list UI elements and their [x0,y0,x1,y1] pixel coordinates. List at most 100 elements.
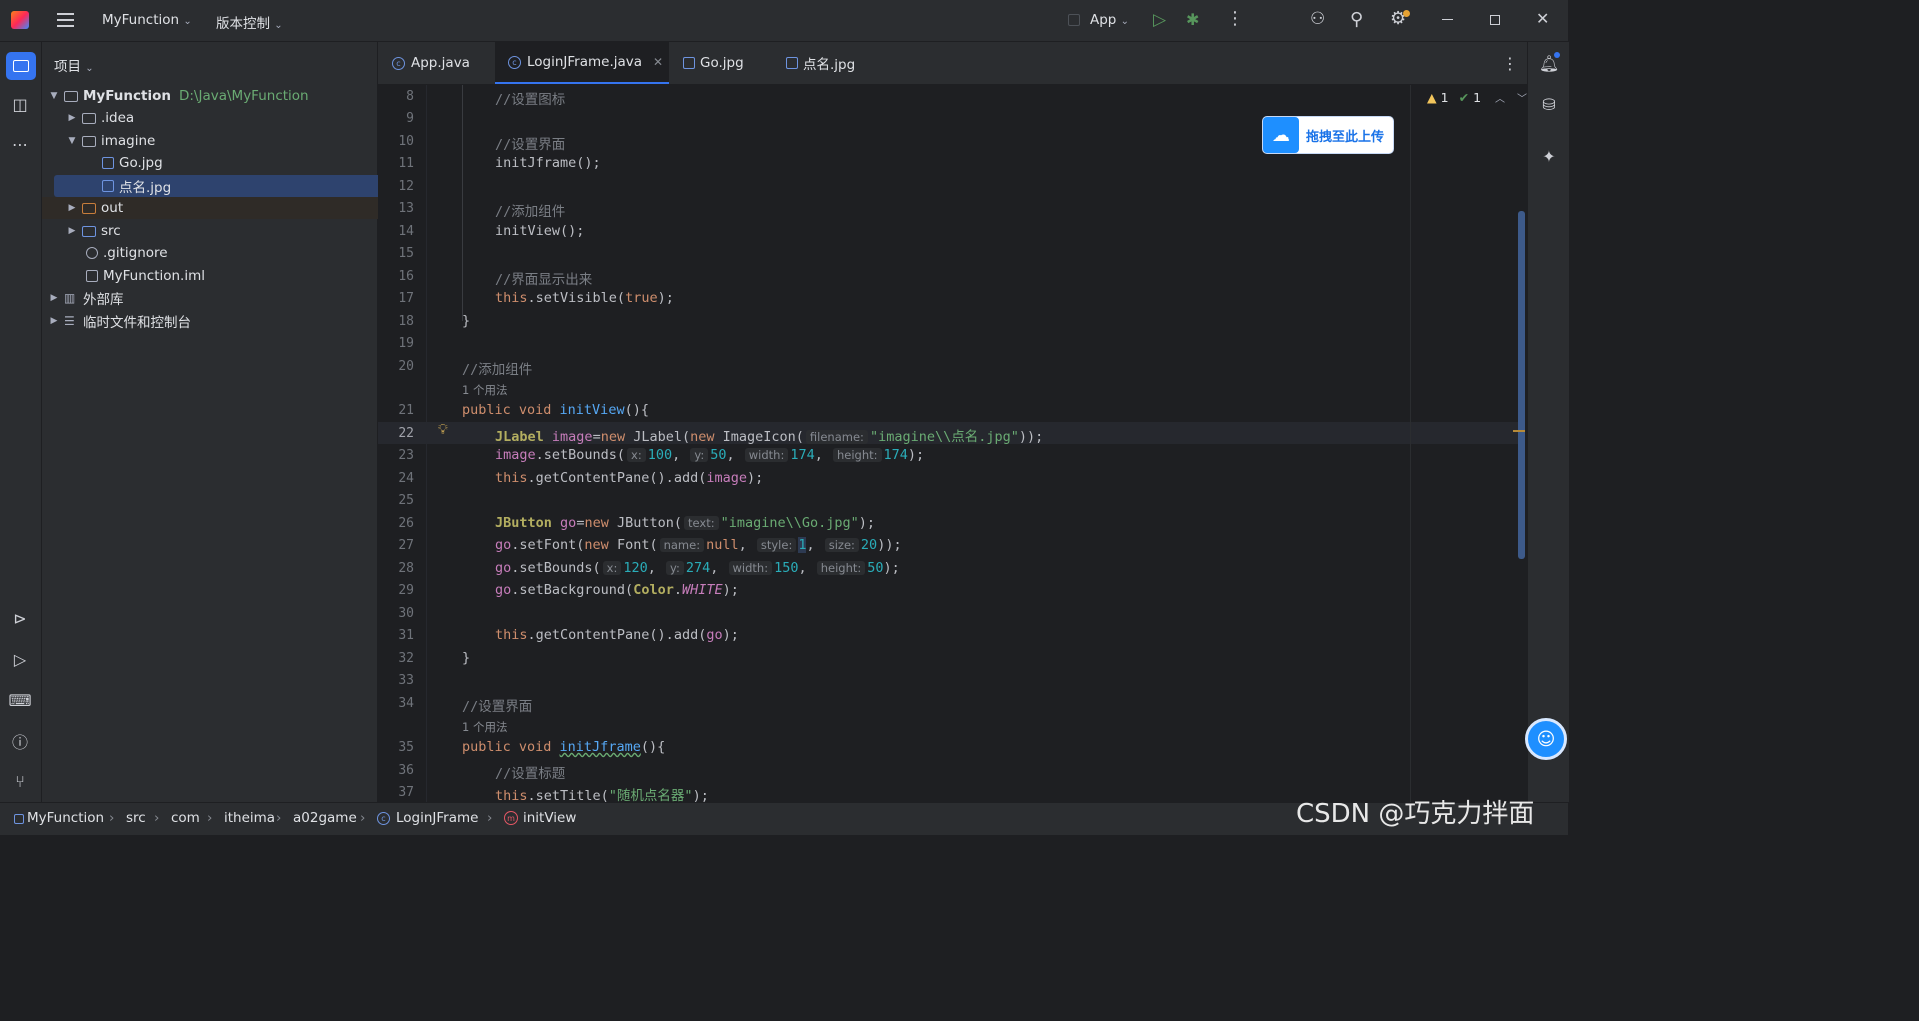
tree-item-iml[interactable]: MyFunction.iml [42,265,418,287]
terminal-icon[interactable]: ⌨ [8,689,31,711]
code-editor[interactable]: 8 9 10 11 12 13 14 15 16 17 18 19 20 21 … [378,85,1567,804]
breadcrumb-item[interactable]: a02game [293,810,357,826]
project-folder-icon[interactable] [6,52,36,80]
structure-icon[interactable]: ◫ [9,93,31,115]
code-line: //添加组件 [495,204,566,220]
breadcrumb-separator-icon: › [154,810,160,826]
line-number: 10 [398,134,414,149]
notification-dot-icon [1554,52,1560,58]
line-number: 34 [398,696,414,711]
project-panel-title[interactable]: 项目 ⌄ [54,55,94,75]
upload-dropzone-badge[interactable]: ☁ 拖拽至此上传 [1262,116,1394,154]
problems-icon[interactable]: ⓘ [9,730,31,752]
collapsed-arrow-icon[interactable]: ▶ [65,113,79,123]
close-icon[interactable]: ✕ [1536,9,1549,28]
more-actions-icon[interactable]: ⋮ [1226,8,1244,29]
ai-assistant-icon[interactable]: ✦ [1538,145,1560,167]
expanded-arrow-icon[interactable]: ▼ [47,91,61,101]
add-user-icon[interactable]: ⚇ [1310,9,1325,29]
scratches-icon: ☰ [64,314,75,328]
inspection-widget[interactable]: ▲ 1 ✔ 1 ︿ ﹀ [1427,90,1527,105]
string-literal: "imagine\\Go.jpg" [720,515,859,531]
tree-item-go-jpg[interactable]: Go.jpg [42,152,434,174]
method-icon: m [504,811,518,825]
services-icon[interactable]: ⊳ [9,607,31,629]
breadcrumb-item[interactable]: MyFunction [27,810,104,826]
tree-item-src[interactable]: ▶ src [42,220,400,242]
tree-item-external-libraries[interactable]: ▶ ▥ 外部库 [42,287,382,309]
chat-assistant-bubble[interactable]: ☺ [1525,718,1567,760]
tree-item-imagine[interactable]: ▼ imagine [42,130,400,152]
collapsed-arrow-icon[interactable]: ▶ [65,226,79,236]
more-tools-icon[interactable]: ⋯ [9,133,31,155]
usage-hint[interactable]: 1 个用法 [462,382,507,398]
code-line: JButton go=new JButton(text: "imagine\\Go… [495,515,876,531]
line-number: 22 [398,426,414,441]
breadcrumb-item[interactable]: com [171,810,200,826]
tab-loginjframe-java[interactable]: c LoginJFrame.java ✕ [495,42,669,84]
editor-tabs: c App.java c LoginJFrame.java ✕ Go.jpg 点名.… [378,42,1527,85]
app-logo-icon[interactable] [11,11,29,29]
tree-item-scratches[interactable]: ▶ ☰ 临时文件和控制台 [42,310,382,332]
excluded-folder-icon [82,202,96,214]
collapsed-arrow-icon[interactable]: ▶ [47,316,61,326]
tree-item-idea[interactable]: ▶ .idea [42,107,400,129]
search-icon[interactable]: ⚲ [1350,9,1363,30]
title-bar: MyFunction ⌄ 版本控制 ⌄ App ⌄ ▷ ✱ ⋮ ⚇ ⚲ ⚙ ✕ [0,0,1568,42]
tab-options-icon[interactable]: ⋮ [1502,54,1518,73]
intention-bulb-icon[interactable]: 💡︎ [438,422,448,438]
collapsed-arrow-icon[interactable]: ▶ [65,203,79,213]
param-hint: height: [833,448,882,462]
line-number: 17 [398,291,414,306]
code-line: initView(); [495,223,585,239]
minimize-icon[interactable] [1442,19,1453,20]
string-literal: "imagine\\点名.jpg" [869,429,1019,445]
breadcrumb-separator-icon: › [109,810,115,826]
breadcrumb-item[interactable]: itheima [224,810,275,826]
code-line: image.setBounds(x: 100, y: 50, width: 174, … [495,447,925,463]
debug-icon[interactable]: ✱ [1186,10,1199,29]
project-switcher[interactable]: MyFunction ⌄ [102,12,192,28]
close-tab-icon[interactable]: ✕ [653,55,663,69]
tree-item-label: .idea [101,110,135,126]
line-number: 12 [398,179,414,194]
vcs-menu[interactable]: 版本控制 ⌄ [216,12,283,32]
tree-item-label: 点名.jpg [119,180,172,196]
restore-icon[interactable] [1490,15,1500,25]
tab-go-jpg[interactable]: Go.jpg [683,42,744,84]
param-hint: y: [666,561,684,575]
tab-dianming-jpg[interactable]: 点名.jpg [786,42,855,84]
run-icon[interactable]: ▷ [1153,10,1166,30]
tree-item-dianming-jpg[interactable]: 点名.jpg [54,175,421,197]
run-config-selector[interactable]: App ⌄ [1090,12,1129,28]
chevron-up-icon[interactable]: ︿ [1495,90,1505,105]
chevron-down-icon: ⌄ [1120,16,1130,27]
code-line: public void initView(){ [462,402,649,418]
chevron-down-icon[interactable]: ﹀ [1517,90,1527,105]
database-icon[interactable]: ⛁ [1538,93,1560,115]
breadcrumb-separator-icon: › [207,810,213,826]
run-tool-icon[interactable]: ▷ [9,648,31,670]
breadcrumb-item[interactable]: src [126,810,146,826]
code-line: JLabel image=new JLabel(new ImageIcon(fi… [495,429,1044,445]
chevron-down-icon: ⌄ [85,63,94,74]
expanded-arrow-icon[interactable]: ▼ [65,136,79,146]
line-number: 25 [398,493,414,508]
vertical-scrollbar[interactable] [1518,211,1525,559]
tree-item-myfunction[interactable]: ▼ MyFunction D:\Java\MyFunction [42,85,382,107]
breadcrumb-item[interactable]: initView [523,810,576,826]
tree-item-gitignore[interactable]: .gitignore [42,242,418,264]
run-config-label: App [1090,12,1117,28]
code-line: public void initJframe(){ [462,739,666,755]
tab-app-java[interactable]: c App.java [392,42,470,84]
main-menu-icon[interactable] [57,13,74,27]
tree-item-out[interactable]: ▶ out [42,197,400,219]
collapsed-arrow-icon[interactable]: ▶ [47,293,61,303]
module-icon [14,814,24,824]
tab-label: Go.jpg [700,55,744,71]
git-icon[interactable]: ⑂ [9,770,31,792]
breadcrumb-item[interactable]: LoginJFrame [396,810,478,826]
usage-hint[interactable]: 1 个用法 [462,719,507,735]
code-line: } [462,313,471,329]
indent-guide [462,85,463,321]
